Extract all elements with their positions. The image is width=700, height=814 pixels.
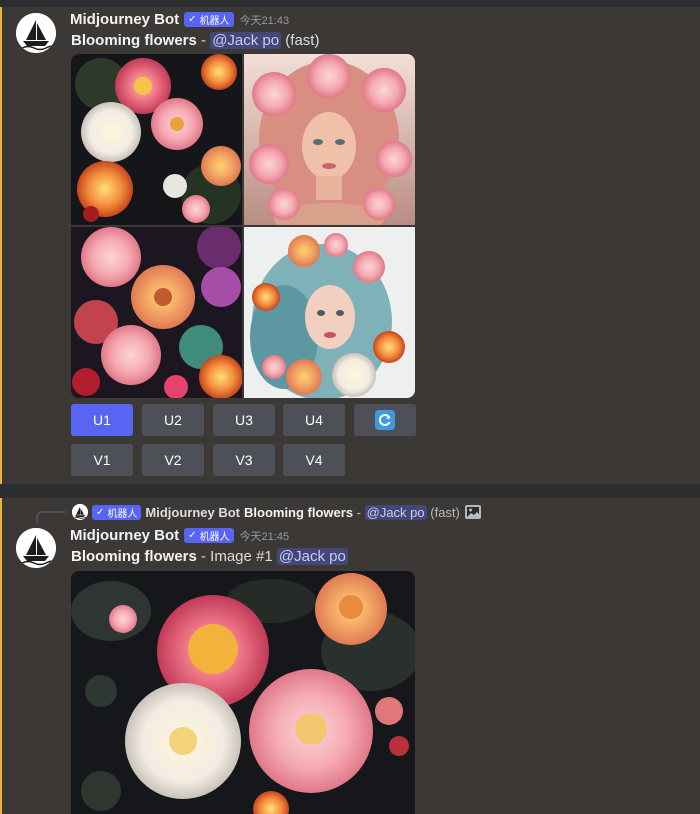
reply-mode: (fast) xyxy=(430,504,460,520)
variation-button-4[interactable]: V4 xyxy=(283,444,345,476)
variation-button-2[interactable]: V2 xyxy=(142,444,204,476)
reply-separator: - xyxy=(353,504,365,520)
timestamp[interactable]: 今天21:45 xyxy=(240,528,290,544)
bot-username[interactable]: Midjourney Bot xyxy=(70,11,179,28)
message-header: Midjourney Bot ✓ 机器人 今天21:43 xyxy=(70,11,289,28)
grid-image-4[interactable] xyxy=(244,227,415,398)
user-mention[interactable]: @Jack po xyxy=(276,548,348,565)
variation-button-1[interactable]: V1 xyxy=(71,444,133,476)
reply-username[interactable]: Midjourney Bot xyxy=(145,505,240,520)
verified-check-icon: ✓ xyxy=(188,14,197,25)
upscale-button-2[interactable]: U2 xyxy=(142,404,204,436)
reply-text: Blooming flowers - @Jack po (fast) xyxy=(244,504,460,520)
prompt-text: Blooming flowers xyxy=(71,32,197,49)
reply-spine xyxy=(36,511,66,523)
reply-reference[interactable]: ✓ 机器人 Midjourney Bot Blooming flowers - … xyxy=(72,504,481,520)
bot-badge: ✓ 机器人 xyxy=(184,12,234,27)
verified-check-icon: ✓ xyxy=(96,506,105,518)
grid-image-1[interactable] xyxy=(71,54,242,225)
upscale-button-3[interactable]: U3 xyxy=(213,404,275,436)
timestamp[interactable]: 今天21:43 xyxy=(240,12,290,28)
image-label: - Image #1 xyxy=(196,548,277,565)
message-divider xyxy=(0,484,700,498)
refresh-icon xyxy=(375,410,395,430)
bot-avatar[interactable] xyxy=(16,528,56,568)
verified-check-icon: ✓ xyxy=(188,530,197,541)
bot-badge-label: 机器人 xyxy=(199,16,230,27)
upscale-button-1[interactable]: U1 xyxy=(71,404,133,436)
message-content: Blooming flowers - Image #1 @Jack po xyxy=(71,548,348,565)
grid-image-2[interactable] xyxy=(244,54,415,225)
reply-bot-badge: ✓ 机器人 xyxy=(92,504,142,520)
user-mention[interactable]: @Jack po xyxy=(210,32,282,49)
bot-username[interactable]: Midjourney Bot xyxy=(70,527,179,544)
reply-prompt: Blooming flowers xyxy=(244,504,354,520)
image-grid[interactable] xyxy=(71,54,415,398)
upscale-button-4[interactable]: U4 xyxy=(283,404,345,436)
bot-badge: ✓ 机器人 xyxy=(184,528,234,543)
reply-avatar xyxy=(72,504,88,520)
bot-message-upscale: ✓ 机器人 Midjourney Bot Blooming flowers - … xyxy=(0,498,700,814)
top-strip xyxy=(0,0,700,7)
variation-button-3[interactable]: V3 xyxy=(213,444,275,476)
bot-avatar[interactable] xyxy=(16,13,56,53)
separator: - xyxy=(196,32,211,49)
grid-image-3[interactable] xyxy=(71,227,242,398)
prompt-text: Blooming flowers xyxy=(71,548,197,565)
reply-mention[interactable]: @Jack po xyxy=(364,504,427,520)
bot-badge-label: 机器人 xyxy=(199,532,230,543)
bot-message-grid: Midjourney Bot ✓ 机器人 今天21:43 Blooming fl… xyxy=(0,7,700,484)
message-content: Blooming flowers - @Jack po (fast) xyxy=(71,32,319,49)
image-icon xyxy=(464,505,481,519)
message-header: Midjourney Bot ✓ 机器人 今天21:45 xyxy=(70,527,289,544)
mode-text: (fast) xyxy=(285,32,320,49)
upscaled-image[interactable] xyxy=(71,571,415,814)
reply-badge-label: 机器人 xyxy=(107,508,138,520)
reroll-button[interactable] xyxy=(354,404,416,436)
